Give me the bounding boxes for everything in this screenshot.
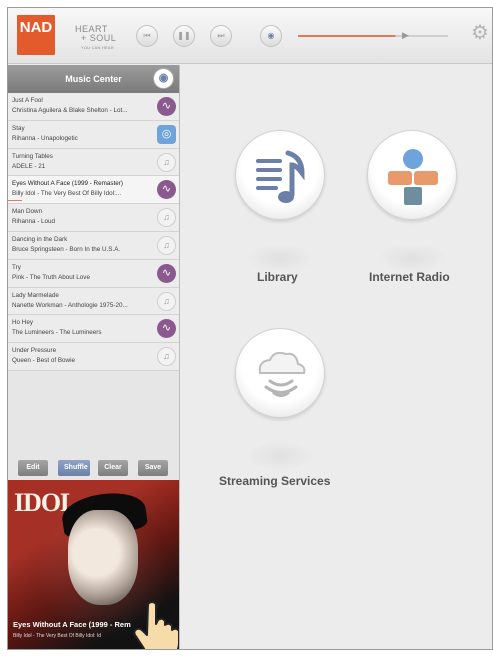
queue-item-subtitle: Pink - The Truth About Love bbox=[12, 273, 90, 281]
queue-item-subtitle: Rihanna - Loud bbox=[12, 218, 56, 226]
queue-item-subtitle: Rihanna - Unapologetic bbox=[12, 134, 78, 142]
now-playing-subtitle: Billy Idol - The Very Best Of Billy Idol… bbox=[13, 633, 101, 639]
volume-icon: ▶ bbox=[402, 30, 409, 40]
main-panel: Library Internet Radio Streaming Service… bbox=[181, 65, 492, 649]
music-center-zone-button[interactable]: ◉ bbox=[153, 68, 174, 89]
local-music-icon: ♫ bbox=[157, 291, 176, 311]
queue-item[interactable]: Turning Tables ADELE - 21 ♫ bbox=[8, 148, 179, 177]
music-center-title: Music Center bbox=[65, 74, 122, 84]
local-music-icon: ♫ bbox=[157, 208, 176, 228]
queue-item-subtitle: Christina Aguilera & Blake Shelton - Lot… bbox=[12, 107, 128, 114]
music-center-header: Music Center ◉ bbox=[8, 65, 179, 93]
queue-item-subtitle: Nanette Workman - Anthologie 1975-20... bbox=[12, 301, 128, 309]
play-queue: Just A Fool Christina Aguilera & Blake Sh… bbox=[8, 93, 179, 371]
next-button[interactable]: ⏭ bbox=[210, 25, 232, 47]
streaming-services-label: Streaming Services bbox=[219, 474, 331, 488]
streaming-services-tile[interactable] bbox=[235, 328, 325, 418]
queue-actions: Edit Shuffle Clear Save bbox=[8, 460, 179, 478]
previous-icon: ⏮ bbox=[143, 31, 151, 40]
queue-item[interactable]: Under Pressure Queen - Best of Bowie ♫ bbox=[8, 343, 179, 371]
local-music-icon: ♫ bbox=[157, 235, 176, 255]
nad-logo: NAD bbox=[17, 15, 55, 55]
app-window: NAD HEART + SOUL YOU CAN HEAR ⏮ ❚❚ ⏭ ◉ ▶… bbox=[7, 7, 493, 650]
library-tile[interactable] bbox=[235, 130, 325, 220]
queue-item-subtitle: Queen - Best of Bowie bbox=[12, 357, 76, 365]
music-center-sidebar: Music Center ◉ Just A Fool Christina Agui… bbox=[8, 65, 180, 649]
queue-item-subtitle: Billy Idol - The Very Best Of Billy Idol… bbox=[12, 190, 122, 198]
internet-radio-tile[interactable] bbox=[367, 130, 457, 220]
now-playing-album-art[interactable]: IDOL Eyes Without A Face (1999 - Rem Bil… bbox=[8, 480, 179, 649]
queue-item-title: Ho Hey bbox=[12, 319, 33, 327]
queue-item-title: Eyes Without A Face (1999 - Remaster) bbox=[12, 180, 123, 188]
library-label: Library bbox=[257, 270, 298, 284]
queue-item-title: Lady Marmelade bbox=[12, 291, 59, 299]
queue-item-title: Try bbox=[12, 263, 21, 271]
zone-icon: ◉ bbox=[158, 72, 169, 84]
shuffle-button[interactable]: Shuffle bbox=[58, 460, 90, 476]
brand-line-2: + SOUL bbox=[81, 33, 117, 43]
next-icon: ⏭ bbox=[217, 31, 225, 40]
queue-item-title: Just A Fool bbox=[12, 97, 43, 104]
queue-item[interactable]: Just A Fool Christina Aguilera & Blake Sh… bbox=[8, 93, 179, 121]
internet-radio-label: Internet Radio bbox=[369, 270, 450, 284]
pause-button[interactable]: ❚❚ bbox=[173, 25, 195, 47]
queue-item-title: Turning Tables bbox=[12, 152, 53, 160]
queue-item-subtitle: Bruce Springsteen - Born In the U.S.A. bbox=[12, 245, 121, 253]
cloud-streaming-icon bbox=[258, 351, 306, 397]
tunein-icon bbox=[388, 149, 438, 205]
edit-button[interactable]: Edit bbox=[18, 460, 48, 476]
service-icon: ∿ bbox=[157, 319, 176, 339]
queue-item-title: Stay bbox=[12, 124, 25, 132]
service-icon: ∿ bbox=[157, 97, 176, 116]
gear-icon: ⚙ bbox=[471, 22, 489, 44]
tap-hand-icon bbox=[133, 601, 179, 649]
service-icon: ∿ bbox=[157, 263, 176, 283]
local-music-icon: ♫ bbox=[157, 347, 176, 367]
volume-slider[interactable] bbox=[298, 35, 448, 37]
local-music-icon: ♫ bbox=[157, 152, 176, 172]
service-icon: ∿ bbox=[157, 180, 176, 200]
service-icon: ◎ bbox=[157, 124, 176, 144]
top-bar: NAD HEART + SOUL YOU CAN HEAR ⏮ ❚❚ ⏭ ◉ ▶… bbox=[8, 8, 492, 64]
clear-button[interactable]: Clear bbox=[98, 460, 128, 476]
queue-item[interactable]: Try Pink - The Truth About Love ∿ bbox=[8, 259, 179, 288]
queue-item-title: Under Pressure bbox=[12, 347, 57, 355]
queue-item-title: Man Down bbox=[12, 208, 43, 216]
queue-item-subtitle: ADELE - 21 bbox=[12, 162, 46, 170]
settings-button[interactable]: ⚙ bbox=[471, 23, 491, 43]
music-note-icon bbox=[256, 150, 305, 203]
queue-item[interactable]: Man Down Rihanna - Loud ♫ bbox=[8, 204, 179, 232]
queue-item-subtitle: The Lumineers - The Lumineers bbox=[12, 329, 102, 337]
pause-icon: ❚❚ bbox=[177, 31, 191, 40]
zone-icon: ◉ bbox=[267, 31, 275, 40]
brand-tagline: HEART + SOUL YOU CAN HEAR bbox=[75, 25, 116, 52]
save-button[interactable]: Save bbox=[138, 460, 168, 476]
brand-line-3: YOU CAN HEAR bbox=[81, 45, 114, 50]
queue-item[interactable]: Eyes Without A Face (1999 - Remaster) Bil… bbox=[8, 176, 179, 205]
queue-item[interactable]: Ho Hey The Lumineers - The Lumineers ∿ bbox=[8, 315, 179, 344]
album-portrait bbox=[68, 510, 138, 605]
queue-item[interactable]: Stay Rihanna - Unapologetic ◎ bbox=[8, 120, 179, 149]
queue-item-title: Dancing in the Dark bbox=[12, 235, 68, 243]
queue-item[interactable]: Dancing in the Dark Bruce Springsteen - B… bbox=[8, 231, 179, 260]
playback-progress bbox=[8, 200, 22, 202]
now-playing-title: Eyes Without A Face (1999 - Rem bbox=[13, 620, 131, 629]
queue-item[interactable]: Lady Marmelade Nanette Workman - Antholog… bbox=[8, 287, 179, 316]
previous-button[interactable]: ⏮ bbox=[136, 25, 158, 47]
zone-button[interactable]: ◉ bbox=[260, 25, 282, 47]
